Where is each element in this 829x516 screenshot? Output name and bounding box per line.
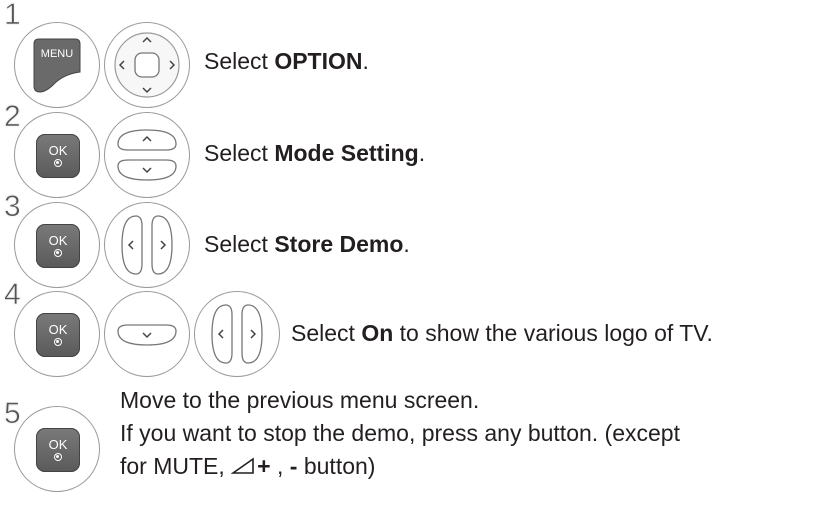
step-number: 4 <box>4 278 21 312</box>
step-number: 2 <box>4 100 21 134</box>
dpad-icon <box>104 22 190 108</box>
step-number: 3 <box>4 190 21 224</box>
down-key-icon <box>104 291 190 377</box>
left-right-keys-icon <box>194 291 280 377</box>
ok-key-button: OK <box>14 202 100 288</box>
step-5-line-2: If you want to stop the demo, press any … <box>120 420 680 446</box>
menu-key-icon: MENU <box>14 22 100 108</box>
volume-icon <box>230 457 254 474</box>
up-down-keys-icon <box>104 112 190 198</box>
ok-key-icon: OK <box>36 313 80 357</box>
step-1-text: Select OPTION. <box>204 48 369 74</box>
step-4-text: Select On to show the various logo of TV… <box>291 320 713 346</box>
step-5-text: Move to the previous menu screen. If you… <box>120 384 680 483</box>
step-3-text: Select Store Demo. <box>204 231 410 257</box>
step-5-line-3: for MUTE, + , - button) <box>120 453 376 479</box>
ok-key-icon: OK <box>36 134 80 178</box>
step-number: 5 <box>4 397 21 431</box>
ok-key-button: OK <box>14 112 100 198</box>
ok-key-button: OK <box>14 291 100 377</box>
menu-key-label: MENU <box>41 48 73 60</box>
ok-key-icon: OK <box>36 224 80 268</box>
ok-key-button: OK <box>14 406 100 492</box>
step-2-text: Select Mode Setting. <box>204 140 426 166</box>
ok-key-icon: OK <box>36 428 80 472</box>
step-5-line-1: Move to the previous menu screen. <box>120 387 480 413</box>
left-right-keys-icon <box>104 202 190 288</box>
